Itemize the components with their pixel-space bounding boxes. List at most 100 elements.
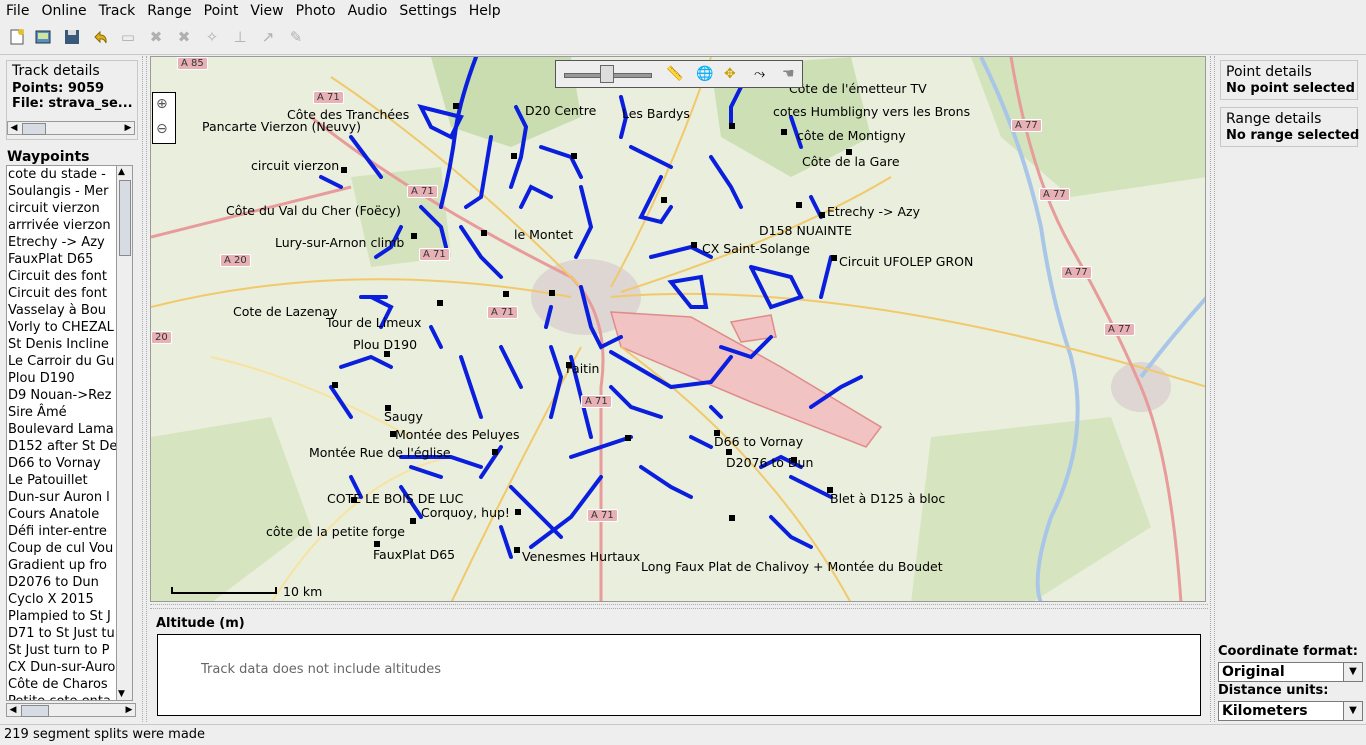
waypoint-label[interactable]: Côte de l'émetteur TV [789,81,927,96]
ruler-icon[interactable]: 📏 [666,66,683,82]
list-item[interactable]: Cyclo X 2015 [7,591,116,608]
list-item[interactable]: arrrivée vierzon [7,217,116,234]
scroll-right-icon[interactable]: ▶ [123,704,135,716]
list-item[interactable]: D66 to Vornay [7,455,116,472]
waypoint-label[interactable]: Venesmes Hurtaux [522,549,640,564]
left-splitter[interactable] [142,56,147,722]
list-item[interactable]: St Denis Incline [7,336,116,353]
list-item[interactable]: Circuit des font [7,285,116,302]
save-icon[interactable] [60,25,84,49]
list-item[interactable]: Circuit des font [7,268,116,285]
waypoint-label[interactable]: circuit vierzon [251,158,339,173]
list-item[interactable]: Le Carroir du Gu [7,353,116,370]
waypoint-label[interactable]: Côte de la Gare [802,154,900,169]
edit-icon[interactable]: ✎ [284,25,308,49]
waypoint-label[interactable]: le Montet [514,227,573,242]
waypoint-label[interactable]: CX Saint-Solange [702,241,810,256]
undo-icon[interactable] [88,25,112,49]
scroll-thumb[interactable] [21,705,49,717]
waypoint-label[interactable]: Les Bardys [622,106,690,121]
cut-icon[interactable]: ✖ [172,25,196,49]
waypoint-label[interactable]: cotes Humbligny vers les Brons [773,104,970,119]
draw-track-icon[interactable]: ⤳ [754,66,765,82]
waypoint-label[interactable]: Faitin [566,361,599,376]
scroll-left-icon[interactable]: ◀ [8,122,20,134]
map-view[interactable]: A 85 A 71 A 71 A 71 A 71 A 71 A 71 A 20 … [150,56,1206,602]
list-item[interactable]: FauxPlat D65 [7,251,116,268]
list-item[interactable]: Plou D190 [7,370,116,387]
add-icon[interactable]: ⊥ [228,25,252,49]
list-item[interactable]: D152 after St De [7,438,116,455]
new-file-icon[interactable] [5,25,29,49]
menu-photo[interactable]: Photo [290,0,342,22]
menu-range[interactable]: Range [141,0,197,22]
menu-view[interactable]: View [244,0,289,22]
list-item[interactable]: Soulangis - Mer [7,183,116,200]
waypoints-list[interactable]: cote du stade - Soulangis - Mer circuit vi… [6,165,117,701]
waypoint-label[interactable]: côte de Montigny [797,128,906,143]
pan-icon[interactable]: ✥ [724,66,736,82]
list-item[interactable]: Gradient up fro [7,557,116,574]
altitude-chart[interactable]: Track data does not include altitudes [157,634,1201,716]
waypoint-label[interactable]: Pancarte Vierzon (Neuvy) [202,119,361,134]
list-item[interactable]: Plampied to St J [7,608,116,625]
list-item[interactable]: Le Patouillet [7,472,116,489]
open-file-icon[interactable] [31,25,55,49]
waypoint-label[interactable]: Montée des Peluyes [395,427,520,442]
scroll-left-icon[interactable]: ◀ [7,704,19,716]
compress-icon[interactable]: ✧ [200,25,224,49]
menu-online[interactable]: Online [35,0,92,22]
chevron-down-icon[interactable]: ▼ [1343,702,1362,720]
list-item[interactable]: D71 to St Just tu [7,625,116,642]
scroll-up-icon[interactable]: ▲ [118,167,125,177]
list-item[interactable]: D2076 to Dun [7,574,116,591]
menu-track[interactable]: Track [93,0,142,22]
list-item[interactable]: St Just turn to P [7,642,116,659]
scroll-thumb[interactable] [22,123,46,135]
split-icon[interactable]: ↗ [256,25,280,49]
waypoint-label[interactable]: D158 NUAINTE [759,223,852,238]
list-item[interactable]: cote du stade - [7,166,116,183]
waypoint-label[interactable]: Montée Rue de l'église [309,445,451,460]
waypoint-label[interactable]: D66 to Vornay [714,434,803,449]
list-item[interactable]: Petite cote enta [7,693,116,700]
waypoint-label[interactable]: FauxPlat D65 [373,547,455,562]
waypoint-label[interactable]: COTE LE BOIS DE LUC [327,491,463,506]
menu-settings[interactable]: Settings [393,0,462,22]
scroll-down-icon[interactable]: ▼ [118,689,125,699]
menu-audio[interactable]: Audio [342,0,394,22]
scroll-right-icon[interactable]: ▶ [122,122,134,134]
menu-point[interactable]: Point [198,0,245,22]
list-item[interactable]: Sire Âmé [7,404,116,421]
chevron-down-icon[interactable]: ▼ [1343,663,1362,681]
waypoint-label[interactable]: Long Faux Plat de Chalivoy + Montée du B… [641,559,943,574]
list-item[interactable]: Dun-sur Auron l [7,489,116,506]
waypoint-label[interactable]: Plou D190 [353,337,417,352]
waypoint-label[interactable]: Blet à D125 à bloc [830,491,945,506]
menu-file[interactable]: File [0,0,35,22]
list-item[interactable]: Vasselay à Bou [7,302,116,319]
waypoint-label[interactable]: Lury-sur-Arnon climb [275,235,404,250]
zoom-slider-handle[interactable] [600,65,614,83]
list-item[interactable]: D9 Nouan->Rez [7,387,116,404]
list-item[interactable]: CX Dun-sur-Auro [7,659,116,676]
waypoint-label[interactable]: Saugy [384,409,423,424]
coordinate-format-select[interactable]: Original ▼ [1218,662,1363,682]
waypoint-label[interactable]: Circuit UFOLEP GRON [839,254,973,269]
distance-units-select[interactable]: Kilometers ▼ [1218,701,1363,721]
waypoint-label[interactable]: côte de la petite forge [266,524,405,539]
list-item[interactable]: Coup de cul Vou [7,540,116,557]
waypoint-label[interactable]: Corquoy, hup! [421,505,510,520]
waypoint-label[interactable]: Côte du Val du Cher (Foëcy) [226,203,401,218]
bottom-splitter[interactable] [150,604,1208,609]
list-item[interactable]: Défi inter-entre [7,523,116,540]
list-item[interactable]: Vorly to CHEZAL [7,319,116,336]
list-item[interactable]: circuit vierzon [7,200,116,217]
scroll-thumb[interactable] [119,180,131,256]
zoom-in-icon[interactable]: ⊕ [156,96,168,112]
waypoints-vertical-scrollbar[interactable]: ▲ ▼ [117,165,133,701]
waypoint-label[interactable]: D20 Centre [525,103,596,118]
list-item[interactable]: Boulevard Lama [7,421,116,438]
track-horizontal-scrollbar[interactable]: ◀ ▶ [7,121,135,135]
waypoint-label[interactable]: Etrechy -> Azy [827,204,920,219]
